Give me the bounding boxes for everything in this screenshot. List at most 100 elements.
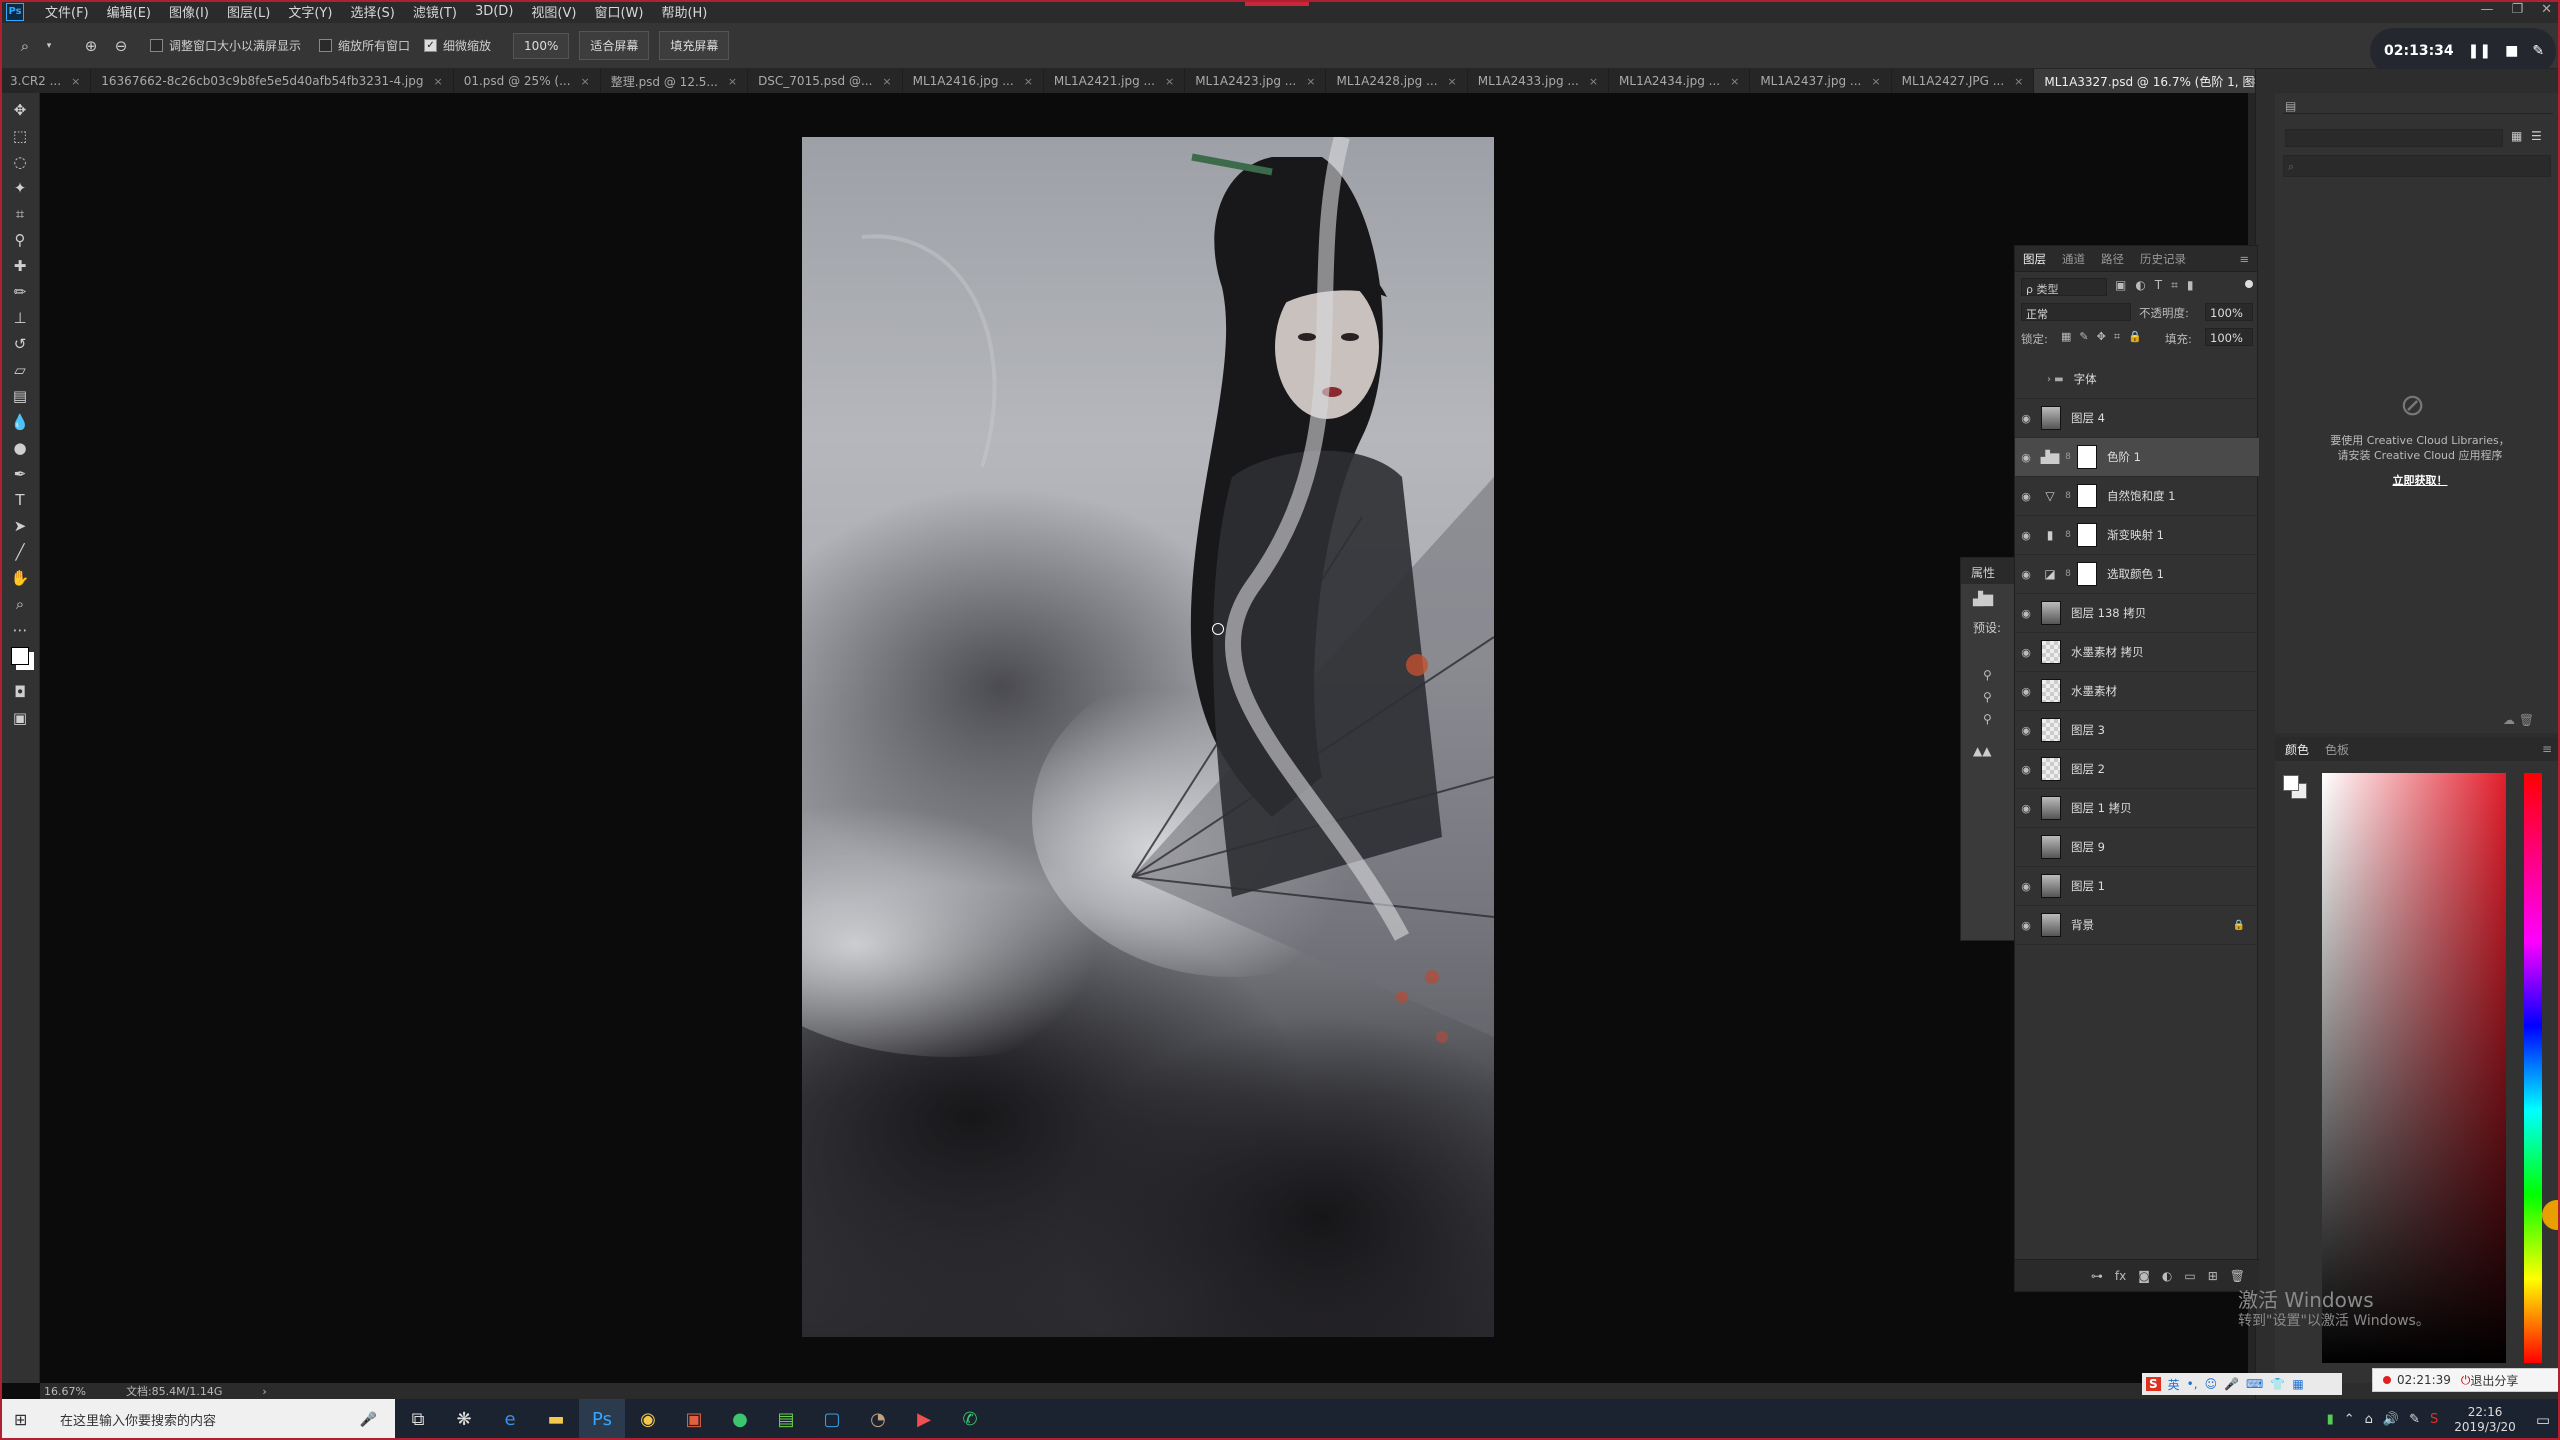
- gradient-tool-icon[interactable]: ▤: [0, 383, 40, 409]
- tab-color[interactable]: 颜色: [2285, 741, 2309, 758]
- lasso-tool-icon[interactable]: ◌: [0, 149, 40, 175]
- taskbar-search-box[interactable]: ⊞ 在这里输入你要搜索的内容 🎤: [0, 1399, 395, 1440]
- close-tab-icon[interactable]: ×: [1589, 75, 1598, 88]
- layer-thumbnail[interactable]: [2041, 718, 2061, 742]
- document-tab[interactable]: ML1A3327.psd @ 16.7% (色阶 1, 图层蒙版/8) *×: [2034, 69, 2270, 93]
- more-tools-icon[interactable]: ⋯: [0, 617, 40, 643]
- fg-bg-swatches[interactable]: [2283, 775, 2309, 801]
- layer-name[interactable]: 图层 9: [2071, 839, 2105, 855]
- document-tab[interactable]: 01.psd @ 25% (... ×: [454, 69, 601, 93]
- filter-toggle-icon[interactable]: [2245, 280, 2253, 288]
- menu-window[interactable]: 窗口(W): [585, 2, 652, 21]
- menu-file[interactable]: 文件(F): [36, 2, 98, 21]
- layer-row[interactable]: 图层 9: [2015, 828, 2259, 867]
- quick-mask-icon[interactable]: ◘: [0, 679, 40, 705]
- visibility-eye-icon[interactable]: ◉: [2015, 412, 2037, 425]
- tab-history[interactable]: 历史记录: [2132, 251, 2194, 267]
- checkbox-box[interactable]: [319, 39, 333, 52]
- hue-slider[interactable]: [2524, 773, 2542, 1363]
- microphone-icon[interactable]: 🎤: [2224, 1377, 2239, 1391]
- zoom-tool-icon[interactable]: ⌕: [14, 35, 36, 57]
- photoshop-logo-icon[interactable]: Ps: [6, 2, 24, 21]
- pen-icon[interactable]: ✎: [2532, 43, 2544, 59]
- zoom-100-button[interactable]: 100%: [513, 32, 570, 59]
- visibility-eye-icon[interactable]: ◉: [2015, 763, 2037, 776]
- visibility-eye-icon[interactable]: ◉: [2015, 919, 2037, 932]
- resize-windows-checkbox[interactable]: 调整窗口大小以满屏显示: [150, 37, 301, 54]
- grid-view-icon[interactable]: ▦: [2511, 129, 2527, 145]
- visibility-eye-icon[interactable]: ◉: [2015, 568, 2037, 581]
- checkbox-box[interactable]: [150, 39, 163, 52]
- app-brown-icon[interactable]: ◔: [855, 1399, 901, 1440]
- document-tab[interactable]: 整理.psd @ 12.5... ×: [601, 69, 749, 93]
- document-tab[interactable]: ML1A2423.jpg ... ×: [1185, 69, 1327, 93]
- layer-row[interactable]: ◉ 图层 1 拷贝: [2015, 789, 2259, 828]
- battery-icon[interactable]: ▮: [2327, 1412, 2334, 1427]
- layer-name[interactable]: 字体: [2074, 371, 2097, 387]
- layer-filter-dropdown[interactable]: ρ 类型: [2021, 278, 2107, 296]
- pen-tool-icon[interactable]: ✒: [0, 461, 40, 487]
- tab-swatches[interactable]: 色板: [2325, 741, 2349, 758]
- scrubby-zoom-checkbox[interactable]: ✓ 细微缩放: [424, 37, 491, 54]
- line-tool-icon[interactable]: ╱: [0, 539, 40, 565]
- layer-mask-thumbnail[interactable]: [2077, 445, 2097, 469]
- layer-name[interactable]: 图层 1 拷贝: [2071, 800, 2132, 816]
- keyboard-icon[interactable]: ⌨: [2246, 1377, 2263, 1391]
- layer-thumbnail[interactable]: [2041, 874, 2061, 898]
- close-tab-icon[interactable]: ×: [728, 75, 737, 88]
- layer-thumbnail[interactable]: [2041, 757, 2061, 781]
- restore-button[interactable]: ❐: [2511, 2, 2523, 17]
- zoom-in-icon[interactable]: ⊕: [80, 35, 102, 57]
- type-tool-icon[interactable]: T: [0, 487, 40, 513]
- document-image[interactable]: [802, 137, 1494, 1337]
- iqiyi-icon[interactable]: ▤: [763, 1399, 809, 1440]
- emoji-icon[interactable]: ☺: [2205, 1377, 2218, 1391]
- mask-link-icon[interactable]: 8: [2063, 491, 2073, 501]
- layer-thumbnail[interactable]: [2041, 796, 2061, 820]
- layer-name[interactable]: 选取颜色 1: [2107, 566, 2164, 582]
- checkbox-checked-icon[interactable]: ✓: [424, 39, 438, 52]
- layer-row[interactable]: ◉ ▟▆ 8 色阶 1: [2015, 438, 2259, 477]
- chrome-icon[interactable]: ◉: [625, 1399, 671, 1440]
- toolbox-icon[interactable]: ▦: [2292, 1377, 2303, 1391]
- sogou-tray-icon[interactable]: S: [2430, 1412, 2438, 1427]
- document-tab[interactable]: ML1A2421.jpg ... ×: [1044, 69, 1186, 93]
- fill-input[interactable]: 100%: [2205, 328, 2253, 346]
- layer-name[interactable]: 图层 2: [2071, 761, 2105, 777]
- lock-icons[interactable]: ▦✎✥⌗🔒: [2061, 330, 2150, 344]
- layer-row[interactable]: ◉ ▽ 8 自然饱和度 1: [2015, 477, 2259, 516]
- layer-row[interactable]: ◉ ◪ 8 选取颜色 1: [2015, 555, 2259, 594]
- layer-name[interactable]: 背景: [2071, 917, 2094, 933]
- menu-image[interactable]: 图像(I): [160, 2, 218, 21]
- app-blue-icon[interactable]: ▢: [809, 1399, 855, 1440]
- library-dropdown[interactable]: [2285, 129, 2503, 147]
- close-tab-icon[interactable]: ×: [434, 75, 443, 88]
- get-it-now-link[interactable]: 立即获取！: [2295, 473, 2545, 488]
- fit-screen-button[interactable]: 适合屏幕: [579, 31, 650, 60]
- menu-filter[interactable]: 滤镜(T): [404, 2, 466, 21]
- layer-filter-icons[interactable]: ▣◐T⌗▮: [2115, 278, 2203, 293]
- skin-icon[interactable]: 👕: [2270, 1377, 2285, 1391]
- mask-link-icon[interactable]: 8: [2063, 452, 2073, 462]
- panel-menu-icon[interactable]: ≡: [2542, 742, 2552, 756]
- eraser-tool-icon[interactable]: ▱: [0, 357, 40, 383]
- chat-app-icon[interactable]: ▶: [901, 1399, 947, 1440]
- layer-name[interactable]: 自然饱和度 1: [2107, 488, 2175, 504]
- wechat-icon[interactable]: ✆: [947, 1399, 993, 1440]
- menu-edit[interactable]: 编辑(E): [98, 2, 160, 21]
- visibility-eye-icon[interactable]: ◉: [2015, 607, 2037, 620]
- edge-browser-icon[interactable]: e: [487, 1399, 533, 1440]
- folder-icon[interactable]: › ▬: [2047, 374, 2064, 385]
- zoom-all-checkbox[interactable]: 缩放所有窗口: [319, 37, 410, 54]
- close-tab-icon[interactable]: ×: [71, 75, 80, 88]
- libraries-icon[interactable]: ▤: [2285, 99, 2296, 113]
- menu-select[interactable]: 选择(S): [341, 2, 403, 21]
- chevron-down-icon[interactable]: ▾: [44, 35, 54, 57]
- pause-icon[interactable]: ❚❚: [2468, 43, 2491, 59]
- layer-row[interactable]: ◉ 背景 🔒: [2015, 906, 2259, 945]
- visibility-eye-icon[interactable]: ◉: [2015, 490, 2037, 503]
- visibility-eye-icon[interactable]: ◉: [2015, 724, 2037, 737]
- color-picker-field[interactable]: [2322, 773, 2506, 1363]
- path-selection-tool-icon[interactable]: ➤: [0, 513, 40, 539]
- app-icon[interactable]: ❋: [441, 1399, 487, 1440]
